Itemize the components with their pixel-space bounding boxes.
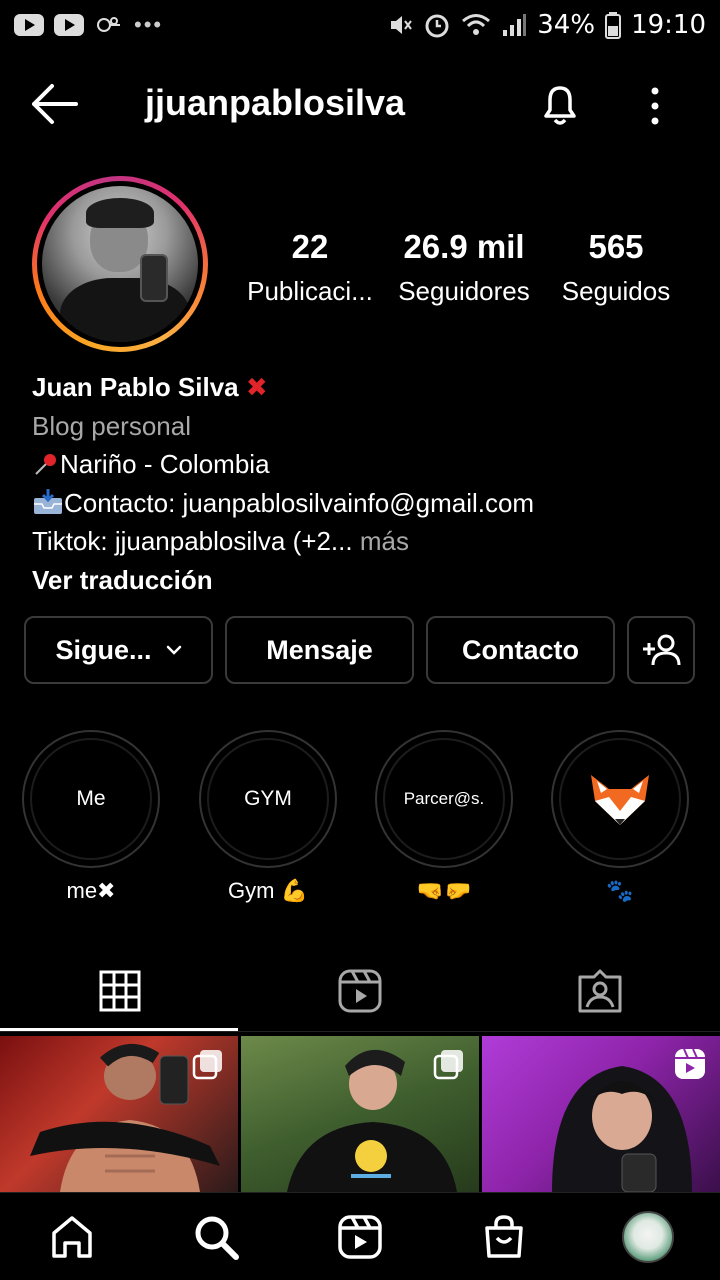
highlight-gym[interactable]: GYM Gym 💪 bbox=[199, 730, 337, 906]
pushpin-icon bbox=[35, 454, 56, 475]
grid-icon bbox=[99, 970, 141, 1012]
tiktok-text: Tiktok: jjuanpablosilva (+2... bbox=[32, 526, 353, 556]
stat-followers-value: 26.9 mil bbox=[403, 228, 525, 265]
profile-avatar[interactable] bbox=[32, 176, 208, 352]
link-icon bbox=[97, 17, 120, 32]
stat-posts[interactable]: 22 Publicaci... bbox=[244, 228, 376, 307]
following-button[interactable]: Sigue... bbox=[24, 616, 213, 684]
suggest-users-button[interactable] bbox=[627, 616, 695, 684]
chevron-down-icon bbox=[166, 645, 181, 655]
posts-grid bbox=[0, 1036, 720, 1192]
reels-icon bbox=[338, 1215, 382, 1259]
contact-button-label: Contacto bbox=[462, 634, 579, 665]
highlight-cover: Me bbox=[30, 738, 152, 860]
stat-following[interactable]: 565 Seguidos bbox=[556, 228, 676, 307]
profile-name: Juan Pablo Silva bbox=[32, 372, 239, 402]
highlight-cover: GYM bbox=[207, 738, 329, 860]
avatar-photo bbox=[42, 186, 198, 342]
top-bar: jjuanpablosilva bbox=[0, 62, 720, 148]
profile-name-line: Juan Pablo Silva ✖ bbox=[32, 368, 692, 407]
reels-icon bbox=[338, 969, 382, 1013]
profile-username: jjuanpablosilva bbox=[145, 82, 406, 123]
following-button-label: Sigue... bbox=[55, 634, 152, 665]
highlight-parceros[interactable]: Parcer@s. 🤜🤛 bbox=[375, 730, 513, 906]
highlight-label: Gym 💪 bbox=[228, 878, 308, 903]
search-icon bbox=[195, 1216, 239, 1260]
tab-tagged[interactable] bbox=[480, 950, 720, 1032]
alarm-icon bbox=[425, 14, 449, 38]
mute-icon bbox=[391, 16, 413, 34]
stat-followers[interactable]: 26.9 mil Seguidores bbox=[390, 228, 538, 307]
more-notifications-icon: ••• bbox=[134, 12, 164, 37]
post-thumbnail[interactable] bbox=[241, 1036, 479, 1192]
signal-icon bbox=[503, 14, 527, 36]
location-text: Nariño - Colombia bbox=[60, 449, 270, 479]
back-arrow-icon[interactable] bbox=[30, 82, 80, 126]
tiktok-line: Tiktok: jjuanpablosilva (+2... más bbox=[32, 522, 692, 561]
message-button-label: Mensaje bbox=[266, 634, 373, 665]
nav-shop[interactable] bbox=[476, 1209, 532, 1265]
youtube-icon-2 bbox=[54, 14, 84, 36]
status-bar: ••• 34% 19:10 bbox=[0, 0, 720, 50]
battery-percent: 34% bbox=[537, 10, 596, 40]
tab-posts[interactable] bbox=[0, 950, 240, 1032]
nav-reels[interactable] bbox=[332, 1209, 388, 1265]
message-button[interactable]: Mensaje bbox=[225, 616, 414, 684]
add-user-icon bbox=[643, 634, 681, 666]
carousel-icon bbox=[192, 1050, 222, 1080]
tab-divider bbox=[0, 1031, 720, 1032]
stat-followers-label: Seguidores bbox=[398, 276, 530, 306]
highlight-fox[interactable]: 🐾 bbox=[551, 730, 689, 906]
location-line: Nariño - Colombia bbox=[32, 445, 692, 484]
highlight-label: me✖ bbox=[66, 878, 116, 903]
profile-tabs bbox=[0, 950, 720, 1032]
status-bar-left: ••• bbox=[14, 12, 163, 38]
reel-badge-icon bbox=[675, 1048, 705, 1079]
tagged-icon bbox=[578, 969, 622, 1013]
profile-avatar-thumb bbox=[622, 1211, 674, 1263]
post-thumbnail[interactable] bbox=[482, 1036, 720, 1192]
see-translation-link[interactable]: Ver traducción bbox=[32, 561, 692, 600]
more-link[interactable]: más bbox=[360, 526, 409, 556]
nav-search[interactable] bbox=[188, 1209, 244, 1265]
nav-profile[interactable] bbox=[620, 1209, 676, 1265]
profile-bio: Juan Pablo Silva ✖ Blog personal Nariño … bbox=[32, 368, 692, 599]
stat-posts-value: 22 bbox=[291, 228, 329, 265]
youtube-icon bbox=[14, 14, 44, 36]
cross-mark-emoji: ✖ bbox=[245, 372, 268, 402]
fox-icon bbox=[591, 775, 649, 825]
home-icon bbox=[52, 1216, 92, 1258]
stat-following-value: 565 bbox=[588, 228, 644, 265]
inbox-tray-icon bbox=[34, 488, 62, 514]
highlight-me[interactable]: Me me✖ bbox=[22, 730, 160, 906]
bell-icon[interactable] bbox=[536, 80, 584, 128]
tab-reels[interactable] bbox=[240, 950, 480, 1032]
highlight-label: 🐾 bbox=[606, 878, 634, 903]
profile-category: Blog personal bbox=[32, 410, 191, 441]
shop-icon bbox=[485, 1215, 523, 1258]
post-thumbnail[interactable] bbox=[0, 1036, 238, 1192]
contact-line: Contacto: juanpablosilvainfo@gmail.com bbox=[32, 484, 692, 523]
stat-posts-label: Publicaci... bbox=[247, 276, 373, 306]
kebab-icon[interactable] bbox=[640, 84, 670, 128]
highlight-cover bbox=[559, 738, 681, 860]
bottom-nav bbox=[0, 1192, 720, 1280]
status-bar-right: 34% 19:10 bbox=[387, 10, 706, 40]
highlight-label: 🤜🤛 bbox=[416, 878, 472, 903]
contact-text: Contacto: juanpablosilvainfo@gmail.com bbox=[64, 487, 535, 518]
clock: 19:10 bbox=[631, 10, 706, 40]
carousel-icon bbox=[433, 1050, 463, 1080]
nav-home[interactable] bbox=[44, 1209, 100, 1265]
stat-following-label: Seguidos bbox=[561, 276, 671, 306]
battery-icon bbox=[605, 12, 622, 39]
wifi-icon bbox=[462, 14, 491, 35]
contact-button[interactable]: Contacto bbox=[426, 616, 615, 684]
highlight-cover: Parcer@s. bbox=[383, 738, 505, 860]
